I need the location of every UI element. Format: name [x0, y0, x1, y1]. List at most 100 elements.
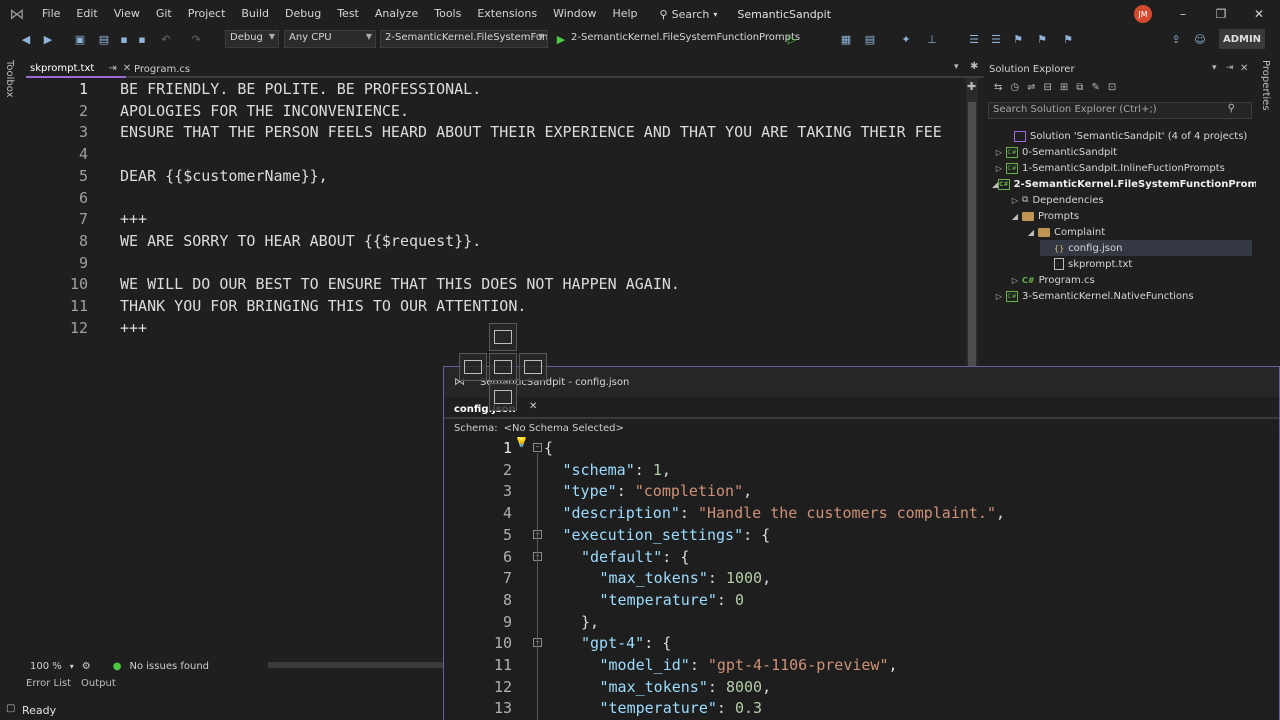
code-line[interactable]: 11 THANK YOU FOR BRINGING THIS TO OUR ATT… — [26, 295, 526, 317]
menu-build[interactable]: Build — [233, 0, 277, 28]
search-icon[interactable]: ⚲ — [1228, 103, 1235, 114]
code-line[interactable]: 1 BE FRIENDLY. BE POLITE. BE PROFESSIONAL… — [26, 78, 481, 100]
tree-item[interactable]: ◢ Complaint — [1024, 224, 1252, 240]
json-line[interactable]: 12 "max_tokens": 8000, — [444, 676, 1274, 698]
minimize-button[interactable]: – — [1164, 0, 1202, 28]
start-without-debugging-icon[interactable]: ▷ — [784, 31, 800, 47]
tree-item[interactable]: {} config.json — [1040, 240, 1252, 256]
tree-item[interactable]: ◢ C# 2-SemanticKernel.FileSystemFunctionPr… — [992, 176, 1276, 192]
undo-icon[interactable]: ↶ — [158, 31, 174, 47]
start-debugging-icon[interactable]: ▶ — [553, 31, 569, 47]
preview-icon[interactable]: ⊡ — [1108, 82, 1116, 93]
filter-icon[interactable]: ⧉ — [1076, 82, 1083, 93]
code-line[interactable]: 8 WE ARE SORRY TO HEAR ABOUT {{$request}}… — [26, 230, 481, 252]
code-line[interactable]: 7 +++ — [26, 208, 147, 230]
tree-item[interactable]: ▷ ⧉ Dependencies — [1008, 192, 1252, 208]
json-line[interactable]: 9}, — [444, 611, 1274, 633]
menu-analyze[interactable]: Analyze — [367, 0, 426, 28]
tree-item[interactable]: ◢ Prompts — [1008, 208, 1252, 224]
expand-arrow-icon[interactable]: ▷ — [992, 292, 1006, 301]
run-target-label[interactable]: 2-SemanticKernel.FileSystemFunctionPromp… — [571, 32, 800, 43]
tree-item[interactable]: skprompt.txt — [1040, 256, 1252, 272]
intellicode-icon[interactable]: ⚙ — [82, 661, 91, 672]
menu-view[interactable]: View — [106, 0, 148, 28]
properties-tab[interactable]: Properties — [1260, 60, 1271, 111]
tree-item[interactable]: ▷ C# 3-SemanticKernel.NativeFunctions — [992, 288, 1252, 304]
expand-arrow-icon[interactable]: ▷ — [992, 164, 1006, 173]
feedback-icon[interactable]: ☺ — [1192, 31, 1208, 47]
json-line[interactable]: 13 "temperature": 0.3 — [444, 697, 1274, 719]
toolbox-tab[interactable]: Toolbox — [4, 60, 15, 98]
issues-status[interactable]: No issues found — [130, 661, 210, 672]
menu-debug[interactable]: Debug — [277, 0, 329, 28]
json-line[interactable]: 6"default": {− — [444, 546, 1274, 568]
tools-icon[interactable]: ✦ — [898, 31, 914, 47]
navigate-forward-icon[interactable]: ▶ — [40, 31, 56, 47]
split-editor-icon[interactable]: ✚ — [967, 80, 976, 93]
save-all-icon[interactable]: ▪ — [134, 31, 150, 47]
layout-icon[interactable]: ▤ — [862, 31, 878, 47]
menu-tools[interactable]: Tools — [426, 0, 469, 28]
code-line[interactable]: 9 — [26, 252, 88, 274]
tab-output[interactable]: Output — [81, 678, 116, 689]
tree-item[interactable]: ▷ C# 1-SemanticSandpit.InlineFuctionPrompt… — [992, 160, 1252, 176]
collapse-arrow-icon[interactable]: ◢ — [1008, 212, 1022, 221]
browse-icon[interactable]: ▦ — [838, 31, 854, 47]
startup-project-combo[interactable]: 2-SemanticKernel.FileSystemFuncti ▼ — [380, 30, 548, 48]
bookmark-next-icon[interactable]: ⚑ — [1060, 31, 1076, 47]
pin-icon[interactable]: ⇥ — [1226, 63, 1234, 73]
share-icon[interactable]: ⇪ — [1168, 31, 1184, 47]
solution-configuration-combo[interactable]: Debug ▼ — [225, 30, 279, 48]
zoom-level[interactable]: 100 % — [30, 661, 62, 672]
close-icon[interactable]: ✕ — [1240, 63, 1248, 74]
tab-error-list[interactable]: Error List — [26, 678, 71, 689]
menu-window[interactable]: Window — [545, 0, 604, 28]
menu-help[interactable]: Help — [604, 0, 645, 28]
sync-icon[interactable]: ⇆ — [994, 82, 1002, 93]
collapse-all-icon[interactable]: ⊟ — [1044, 82, 1052, 93]
settings-gear-icon[interactable]: ✱ — [970, 61, 978, 72]
search-menu[interactable]: ⚲ Search ▾ — [660, 8, 718, 21]
json-line[interactable]: 10"gpt-4": {− — [444, 632, 1274, 654]
indent-icon[interactable]: ☰ — [966, 31, 982, 47]
bookmark-icon[interactable]: ⚑ — [1010, 31, 1026, 47]
user-avatar[interactable]: JM — [1134, 5, 1152, 23]
expand-arrow-icon[interactable]: ▷ — [1008, 196, 1022, 205]
open-file-icon[interactable]: ▤ — [96, 31, 112, 47]
scrollbar-thumb[interactable] — [968, 102, 976, 370]
code-line[interactable]: 5 DEAR {{$customerName}}, — [26, 165, 328, 187]
tree-item[interactable]: ▷ C# Program.cs — [1008, 272, 1252, 288]
tree-item[interactable]: ▷ C# 0-SemanticSandpit — [992, 144, 1252, 160]
code-line[interactable]: 12 +++ — [26, 317, 147, 339]
visual-studio-logo-icon[interactable]: ⋈ — [0, 0, 34, 28]
json-line[interactable]: 3 "type": "completion", — [444, 480, 1274, 502]
show-all-files-icon[interactable]: ⊞ — [1060, 82, 1068, 93]
bookmark-prev-icon[interactable]: ⚑ — [1034, 31, 1050, 47]
outdent-icon[interactable]: ☰ — [988, 31, 1004, 47]
dock-guide-center-icon[interactable] — [489, 353, 517, 381]
redo-icon[interactable]: ↷ — [188, 31, 204, 47]
json-line[interactable]: 8 "temperature": 0 — [444, 589, 1274, 611]
menu-git[interactable]: Git — [148, 0, 180, 28]
code-line[interactable]: 4 — [26, 143, 88, 165]
json-line[interactable]: 11 "model_id": "gpt-4-1106-preview", — [444, 654, 1274, 676]
align-icon[interactable]: ⊥ — [924, 31, 940, 47]
maximize-button[interactable]: ❐ — [1202, 0, 1240, 28]
close-window-button[interactable]: ✕ — [1240, 0, 1278, 28]
admin-badge[interactable]: ADMIN — [1219, 29, 1265, 49]
properties-icon[interactable]: ✎ — [1091, 82, 1099, 93]
dock-guide-right-icon[interactable] — [519, 353, 547, 381]
fold-toggle-icon[interactable]: − — [533, 443, 542, 452]
dock-guide-left-icon[interactable] — [459, 353, 487, 381]
solution-platform-combo[interactable]: Any CPU ▼ — [284, 30, 376, 48]
dock-guide-top-icon[interactable] — [489, 323, 517, 351]
floating-document-window[interactable]: ⋈ SemanticSandpit - config.json config.j… — [443, 366, 1280, 720]
dock-guide-bottom-icon[interactable] — [489, 383, 517, 411]
code-line[interactable]: 6 — [26, 187, 88, 209]
close-icon[interactable]: ✕ — [529, 401, 537, 412]
history-icon[interactable]: ◷ — [1010, 82, 1019, 93]
code-line[interactable]: 3 ENSURE THAT THE PERSON FEELS HEARD ABOU… — [26, 121, 942, 143]
json-line[interactable]: 2 "schema": 1, — [444, 459, 1274, 481]
json-line[interactable]: 7 "max_tokens": 1000, — [444, 567, 1274, 589]
json-line[interactable]: 1 {− — [444, 437, 1274, 459]
